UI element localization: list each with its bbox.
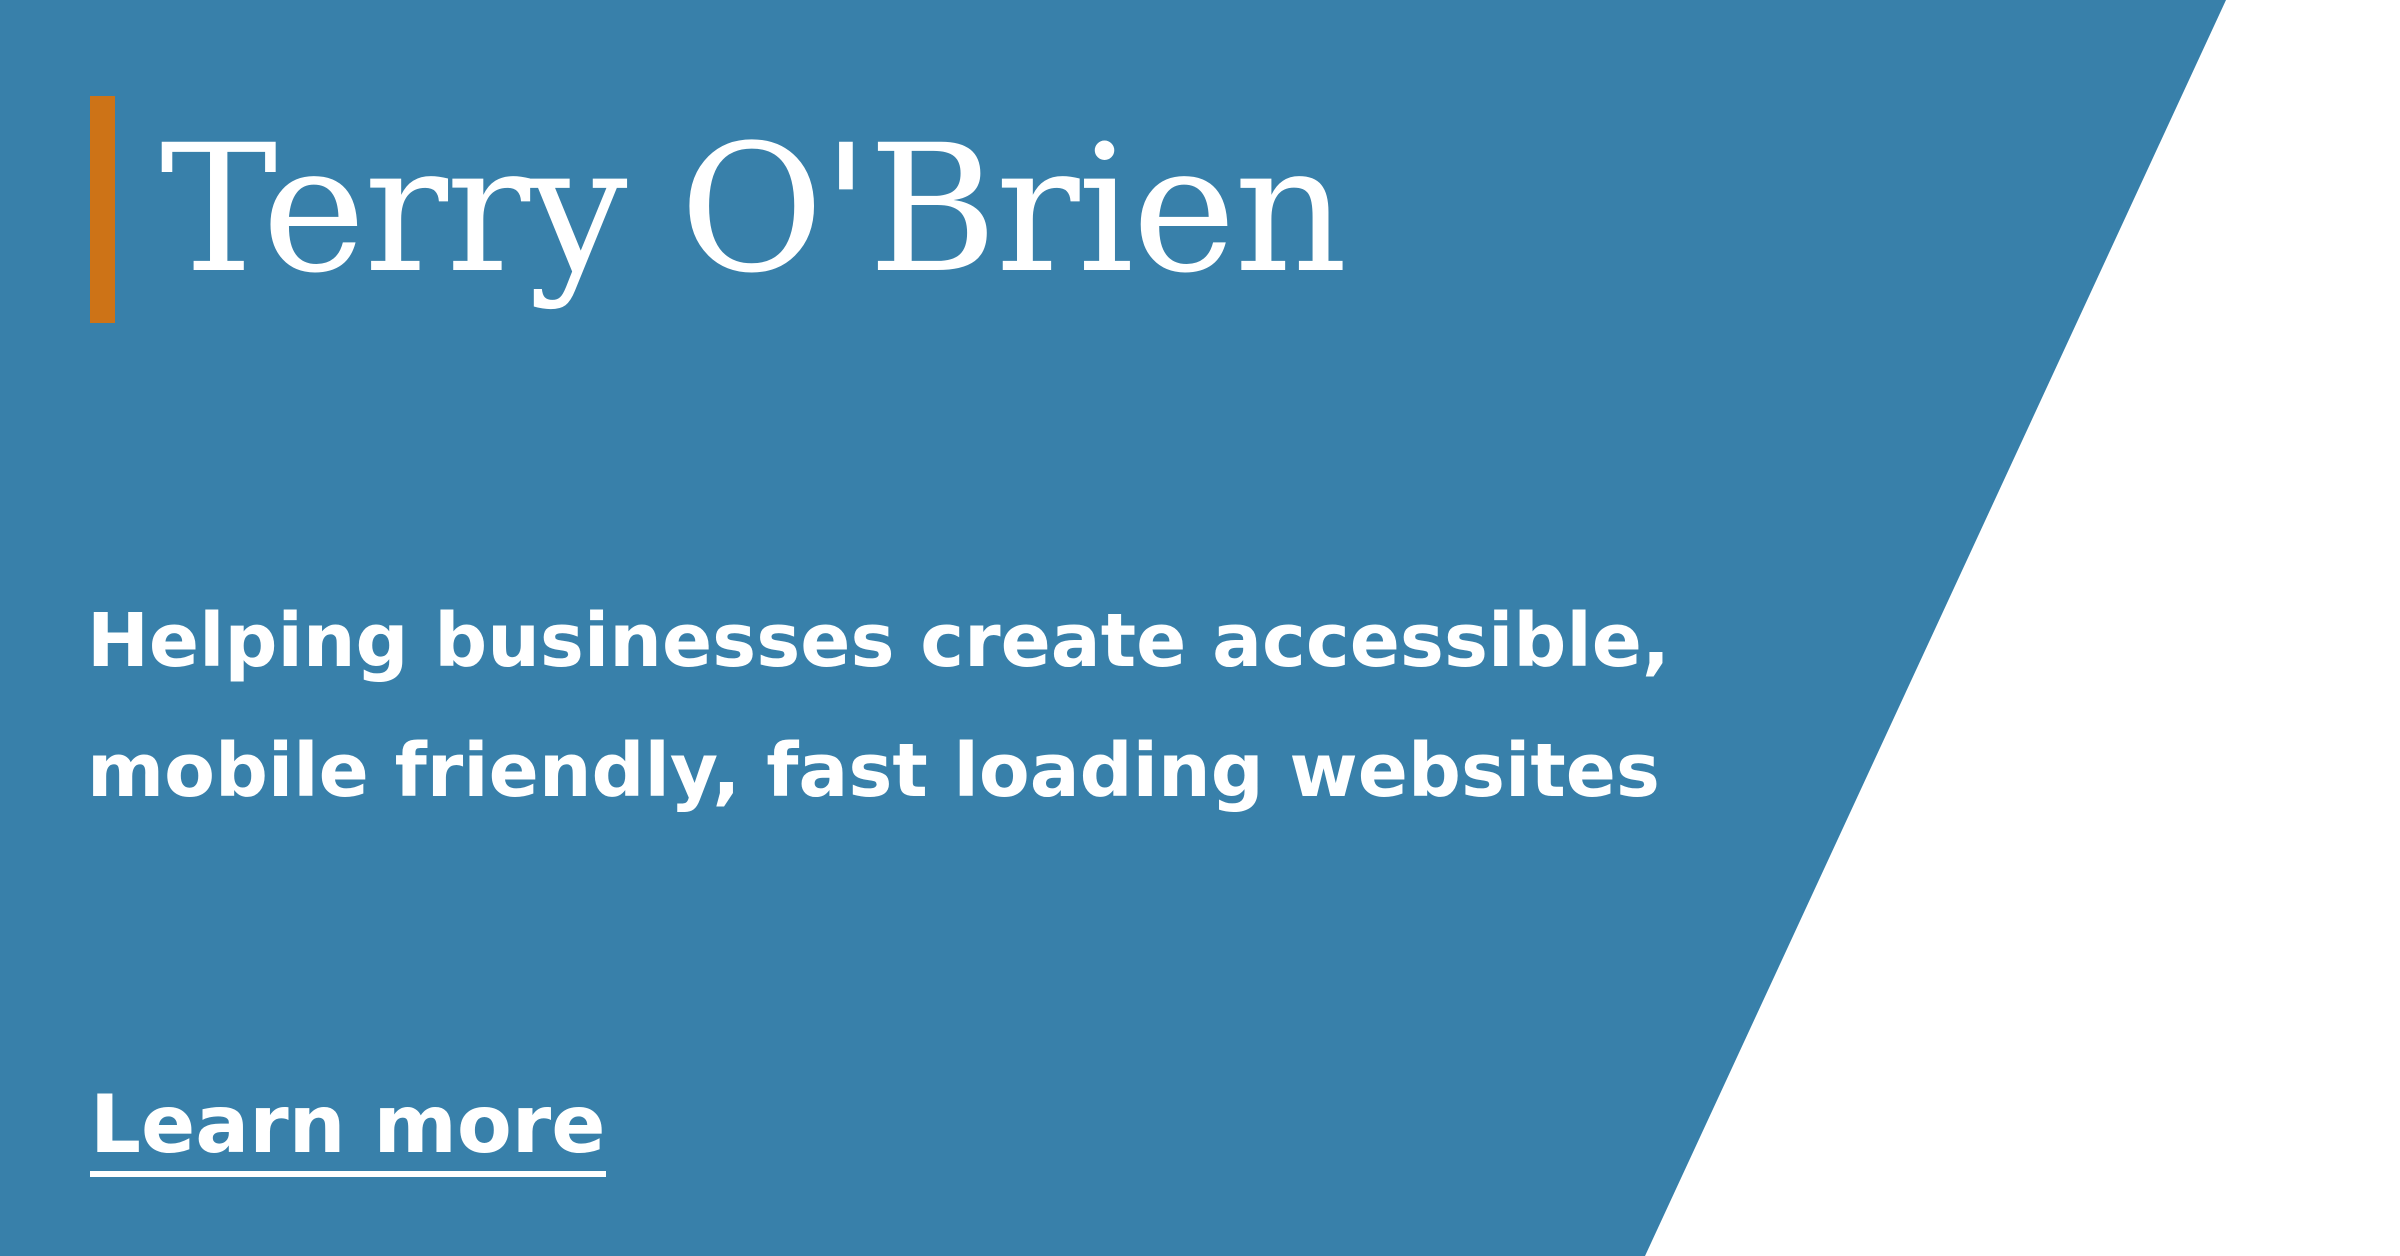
tagline-line-2: mobile friendly, fast loading websites xyxy=(87,728,1660,814)
social-card: Terry O'Brien Helping businesses create … xyxy=(0,0,2400,1256)
page-title: Terry O'Brien xyxy=(160,107,1347,312)
tagline: Helping businesses create accessible, mo… xyxy=(87,576,1707,836)
learn-more-link[interactable]: Learn more xyxy=(90,1070,606,1180)
accent-bar xyxy=(90,96,115,323)
tagline-line-1: Helping businesses create accessible, xyxy=(87,598,1671,684)
